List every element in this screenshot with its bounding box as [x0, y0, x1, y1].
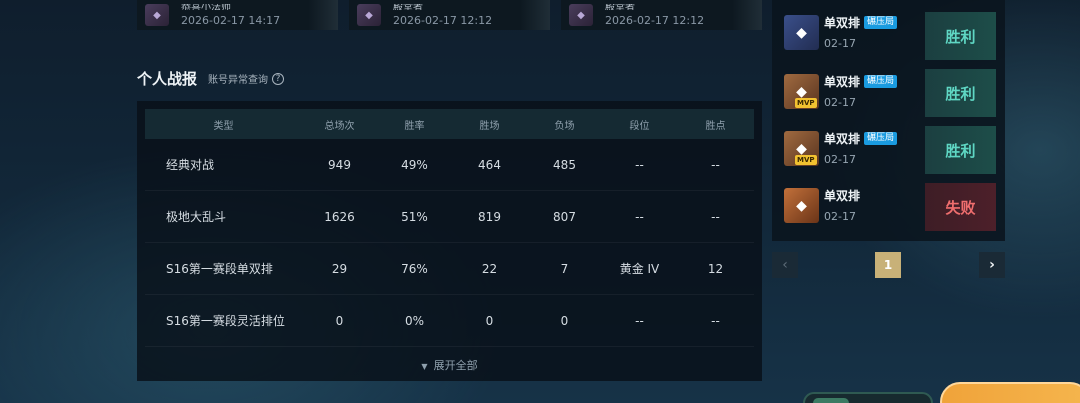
match-mode: 单双排	[824, 189, 861, 203]
cell-rank: --	[635, 157, 644, 172]
table-row: 经典对战 949 49% 464 485 -- --	[145, 139, 754, 191]
stats-table: 类型 总场次 胜率 胜场 负场 段位 胜点 经典对战 949 49% 464 4…	[137, 101, 762, 381]
match-mode: 单双排	[824, 16, 861, 30]
cell-type: S16第一赛段单双排	[166, 262, 273, 276]
bottom-toggle-pill[interactable]	[803, 392, 933, 403]
column-header-lp: 胜点	[705, 120, 726, 132]
table-header: 类型 总场次 胜率 胜场 负场 段位 胜点	[145, 109, 754, 139]
champion-avatar: ◆ MVP	[784, 131, 819, 166]
match-tag-badge: 碾压局	[864, 16, 898, 29]
column-header-rank: 段位	[629, 120, 650, 132]
column-header-total: 总场次	[324, 120, 355, 132]
cell-lp: --	[711, 209, 720, 224]
match-card-name: 恭喜小法师	[181, 3, 231, 10]
cell-total: 29	[331, 261, 348, 276]
prev-page-button[interactable]: ‹	[772, 252, 798, 278]
match-mode: 单双排	[824, 132, 861, 146]
cell-type: 极地大乱斗	[166, 210, 227, 224]
match-date: 02-17	[824, 37, 856, 50]
champion-portrait-icon: ◆	[357, 4, 381, 26]
cell-type: 经典对战	[166, 158, 215, 172]
caret-down-icon: ▼	[421, 362, 428, 371]
page: ◆ 恭喜小法师 2026-02-17 14:17 ◆ 殿堂者 2026-02-1…	[0, 0, 1080, 403]
column-header-losses: 负场	[554, 120, 575, 132]
cell-total: 0	[335, 313, 344, 328]
account-anomaly-link[interactable]: 账号异常查询	[208, 71, 268, 86]
champion-portrait-icon: ◆	[569, 4, 593, 26]
match-tag-badge: 碾压局	[864, 132, 898, 145]
match-result-badge: 失败	[925, 183, 996, 231]
match-card-name: 殿堂者	[393, 3, 423, 10]
match-card[interactable]: ◆ 殿堂者 2026-02-17 12:12	[561, 0, 762, 30]
next-page-button[interactable]: ›	[979, 252, 1005, 278]
column-header-winrate: 胜率	[404, 120, 425, 132]
mvp-badge: MVP	[795, 98, 817, 108]
champion-portrait-icon: ◆	[145, 4, 169, 26]
expand-all-button[interactable]: ▼ 展开全部	[137, 357, 762, 373]
card-decoration	[520, 0, 550, 30]
toggle-indicator	[813, 398, 849, 403]
match-result-badge: 胜利	[925, 12, 996, 60]
cell-rank: --	[635, 313, 644, 328]
match-date: 02-17	[824, 96, 856, 109]
cell-wins: 464	[478, 157, 501, 172]
cell-losses: 485	[553, 157, 576, 172]
cell-wins: 22	[481, 261, 498, 276]
cell-winrate: 51%	[401, 209, 428, 224]
cell-rank: 黄金 IV	[619, 262, 660, 276]
top-match-cards: ◆ 恭喜小法师 2026-02-17 14:17 ◆ 殿堂者 2026-02-1…	[137, 0, 762, 30]
cell-winrate: 49%	[401, 157, 428, 172]
match-card-date: 2026-02-17 12:12	[393, 13, 493, 27]
table-row: 极地大乱斗 1626 51% 819 807 -- --	[145, 191, 754, 243]
expand-all-label: 展开全部	[433, 359, 478, 372]
cell-lp: 12	[707, 261, 724, 276]
cell-type: S16第一赛段灵活排位	[166, 314, 285, 328]
cell-wins: 0	[485, 313, 494, 328]
cell-total: 1626	[324, 209, 355, 224]
cell-losses: 0	[560, 313, 569, 328]
champion-avatar: ◆ MVP	[784, 74, 819, 109]
section-header: 个人战报 账号异常查询 ?	[137, 68, 285, 89]
cell-winrate: 76%	[401, 261, 428, 276]
table-row: S16第一赛段单双排 29 76% 22 7 黄金 IV 12	[145, 243, 754, 295]
column-header-type: 类型	[213, 120, 234, 132]
recent-matches-panel: ◆ 单双排 碾压局 02-17 胜利 ◆ MVP 单双排 碾压局 02-17 胜…	[772, 0, 1005, 241]
cell-lp: --	[711, 157, 720, 172]
match-result-badge: 胜利	[925, 126, 996, 174]
cell-lp: --	[711, 313, 720, 328]
table-row: S16第一赛段灵活排位 0 0% 0 0 -- --	[145, 295, 754, 347]
match-card-name: 殿堂者	[605, 3, 635, 10]
match-mode: 单双排	[824, 75, 861, 89]
cell-losses: 7	[560, 261, 569, 276]
cell-rank: --	[635, 209, 644, 224]
match-result-badge: 胜利	[925, 69, 996, 117]
match-card[interactable]: ◆ 恭喜小法师 2026-02-17 14:17	[137, 0, 338, 30]
match-date: 02-17	[824, 210, 856, 223]
section-title: 个人战报	[137, 70, 198, 88]
match-card-date: 2026-02-17 12:12	[605, 13, 705, 27]
card-decoration	[308, 0, 338, 30]
match-card[interactable]: ◆ 殿堂者 2026-02-17 12:12	[349, 0, 550, 30]
bottom-action-button[interactable]	[940, 382, 1080, 403]
cell-winrate: 0%	[404, 313, 425, 328]
page-number-button[interactable]: 1	[875, 252, 901, 278]
champion-avatar: ◆	[784, 188, 819, 223]
card-decoration	[732, 0, 762, 30]
match-date: 02-17	[824, 153, 856, 166]
cell-losses: 807	[553, 209, 576, 224]
match-card-date: 2026-02-17 14:17	[181, 13, 281, 27]
champion-avatar: ◆	[784, 15, 819, 50]
column-header-wins: 胜场	[479, 120, 500, 132]
match-tag-badge: 碾压局	[864, 75, 898, 88]
cell-total: 949	[328, 157, 351, 172]
mvp-badge: MVP	[795, 155, 817, 165]
cell-wins: 819	[478, 209, 501, 224]
help-icon[interactable]: ?	[272, 72, 285, 85]
